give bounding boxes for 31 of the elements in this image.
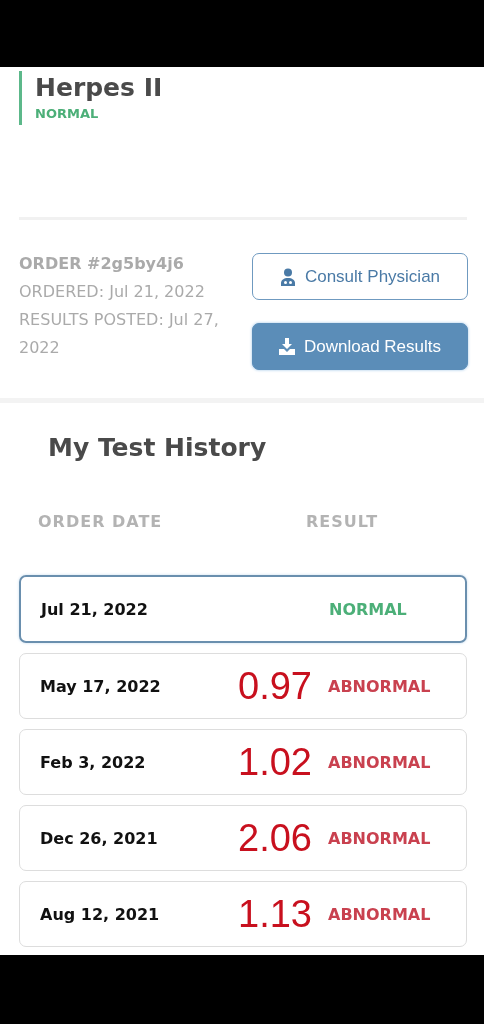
order-date: May 17, 2022 [40, 676, 162, 696]
order-date: Aug 12, 2021 [40, 904, 161, 924]
result-value: 0.97 [238, 664, 312, 707]
result-status: ABNORMAL [328, 752, 431, 772]
order-date: Feb 3, 2022 [40, 752, 147, 772]
result-status: ABNORMAL [328, 676, 431, 696]
result-value: 1.02 [238, 740, 312, 783]
order-date: Dec 26, 2021 [40, 828, 159, 848]
results-posted-date: RESULTS POSTED: Jul 27, 2022 [19, 309, 220, 359]
result-value: 1.13 [238, 892, 312, 935]
consult-button[interactable]: Consult Physician [252, 253, 468, 300]
download-button[interactable]: Download Results [252, 323, 468, 370]
history-row[interactable]: Aug 12, 2021 1.13 ABNORMAL [19, 881, 467, 947]
result-value: 2.06 [238, 816, 312, 859]
history-row[interactable]: May 17, 2022 0.97 ABNORMAL [19, 653, 467, 719]
history-row[interactable]: Jul 21, 2022 NORMAL [19, 575, 467, 643]
result-status: ABNORMAL [328, 828, 431, 848]
test-status: NORMAL [35, 106, 100, 121]
ordered-date: ORDERED: Jul 21, 2022 [19, 281, 206, 303]
order-number: ORDER #2g5by4j6 [19, 253, 185, 275]
column-header: RESULT [306, 512, 380, 531]
column-header: ORDER DATE [38, 512, 164, 531]
result-status: NORMAL [329, 599, 407, 619]
order-date: Jul 21, 2022 [41, 599, 149, 619]
history-row[interactable]: Dec 26, 2021 2.06 ABNORMAL [19, 805, 467, 871]
test-name: Herpes II [35, 73, 164, 102]
doctor-icon [279, 267, 296, 286]
history-row[interactable]: Feb 3, 2022 1.02 ABNORMAL [19, 729, 467, 795]
download-icon [279, 338, 295, 355]
result-status: ABNORMAL [328, 904, 431, 924]
section-title: My Test History [47, 432, 268, 462]
